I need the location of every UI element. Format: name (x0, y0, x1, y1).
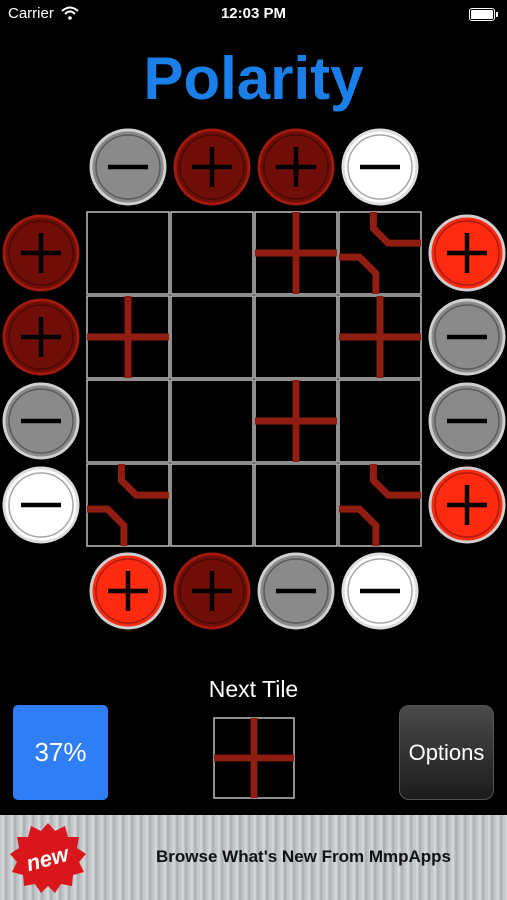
tile-r1-c2[interactable] (170, 211, 254, 295)
tile-r4-c1[interactable] (86, 463, 170, 547)
right-pole-2[interactable] (428, 298, 506, 376)
tile-r4-c2[interactable] (170, 463, 254, 547)
ad-banner[interactable]: new Browse What's New From MmpApps (0, 815, 507, 900)
top-pole-3[interactable] (257, 128, 335, 206)
progress-button[interactable]: 37% (13, 705, 108, 800)
options-button[interactable]: Options (399, 705, 494, 800)
options-label: Options (408, 739, 485, 765)
right-pole-3[interactable] (428, 382, 506, 460)
tile-r1-c4[interactable] (338, 211, 422, 295)
tile-r4-c4[interactable] (338, 463, 422, 547)
right-pole-1[interactable] (428, 214, 506, 292)
bottom-pole-4[interactable] (341, 552, 419, 630)
bottom-pole-1[interactable] (89, 552, 167, 630)
tile-r2-c1[interactable] (86, 295, 170, 379)
left-pole-3[interactable] (2, 382, 80, 460)
tile-r3-c1[interactable] (86, 379, 170, 463)
next-tile-preview[interactable] (213, 717, 295, 799)
top-pole-1[interactable] (89, 128, 167, 206)
progress-label: 37% (34, 737, 87, 767)
top-pole-2[interactable] (173, 128, 251, 206)
tile-r1-c3[interactable] (254, 211, 338, 295)
left-pole-4[interactable] (2, 466, 80, 544)
bottom-pole-3[interactable] (257, 552, 335, 630)
next-tile-label: Next Tile (208, 676, 299, 702)
tile-r2-c3[interactable] (254, 295, 338, 379)
right-pole-4[interactable] (428, 466, 506, 544)
tile-r4-c3[interactable] (254, 463, 338, 547)
banner-text: Browse What's New From MmpApps (156, 847, 451, 866)
tile-r1-c1[interactable] (86, 211, 170, 295)
game-board (2, 128, 506, 630)
tile-r3-c2[interactable] (170, 379, 254, 463)
bottom-pole-2[interactable] (173, 552, 251, 630)
left-pole-2[interactable] (2, 298, 80, 376)
left-pole-1[interactable] (2, 214, 80, 292)
top-pole-4[interactable] (341, 128, 419, 206)
tile-r2-c2[interactable] (170, 295, 254, 379)
tile-r2-c4[interactable] (338, 295, 422, 379)
tile-r3-c4[interactable] (338, 379, 422, 463)
new-badge-icon: new (10, 823, 86, 893)
tile-r3-c3[interactable] (254, 379, 338, 463)
